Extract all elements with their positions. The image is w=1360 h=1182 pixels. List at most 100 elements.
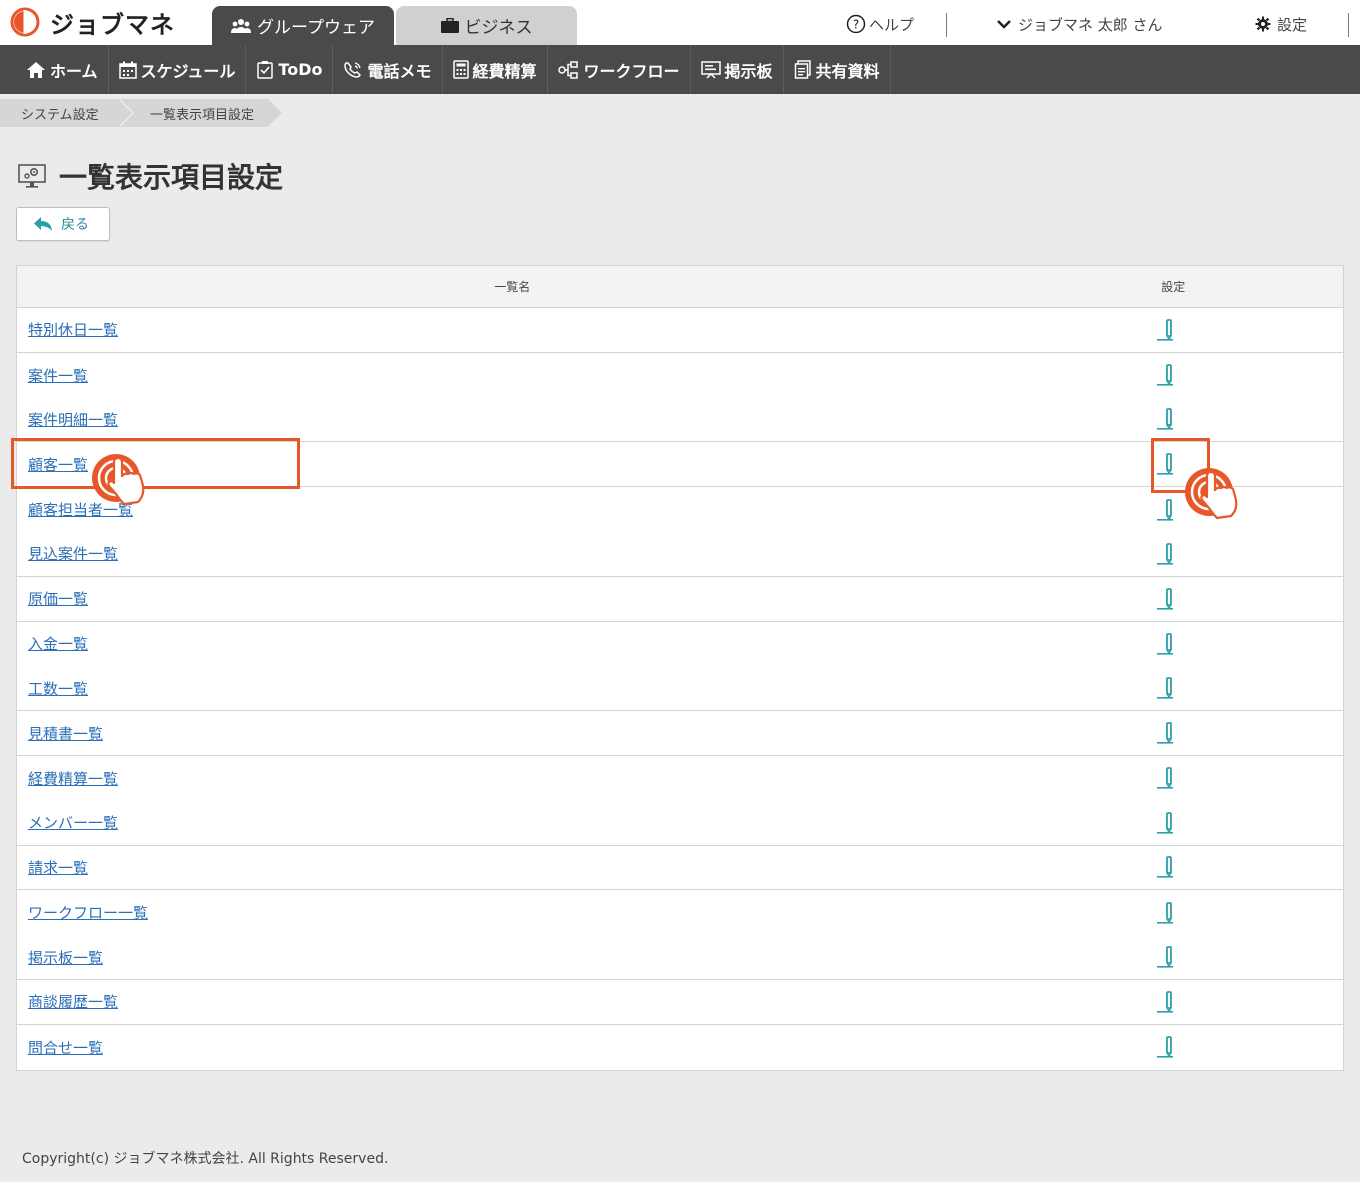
nav-board[interactable]: 掲示板	[691, 45, 784, 94]
edit-pencil-icon	[1155, 767, 1175, 789]
table-row: 顧客一覧	[17, 442, 1343, 488]
help-link[interactable]: ? ヘルプ	[846, 12, 914, 36]
breadcrumb-system-settings[interactable]: システム設定	[0, 99, 134, 127]
list-name-link[interactable]: 問合せ一覧	[28, 1039, 103, 1057]
list-name-link[interactable]: ワークフロー一覧	[28, 904, 148, 922]
table-row: 入金一覧	[17, 622, 1343, 667]
nav-todo[interactable]: ToDo	[246, 45, 334, 94]
table-row: 経費精算一覧	[17, 756, 1343, 801]
edit-setting-button[interactable]	[1147, 856, 1183, 879]
nav-home[interactable]: ホーム	[0, 45, 109, 94]
top-header: ジョブマネ グループウェア ビジネス ? ヘルプ ジョブマネ 太郎 さん 設定	[0, 0, 1360, 45]
calculator-icon	[452, 60, 469, 79]
list-name-cell: 顧客一覧	[17, 454, 1147, 475]
edit-pencil-icon	[1155, 677, 1175, 699]
nav-schedule-label: スケジュール	[140, 61, 236, 81]
list-name-link[interactable]: 顧客担当者一覧	[28, 501, 133, 519]
edit-pencil-icon	[1155, 722, 1175, 744]
clipboard-icon	[256, 60, 274, 79]
edit-pencil-icon	[1155, 1036, 1175, 1058]
list-name-cell: 請求一覧	[17, 857, 1147, 878]
document-icon	[794, 60, 812, 79]
list-name-cell: 見込案件一覧	[17, 543, 1147, 564]
table-row: 顧客担当者一覧	[17, 487, 1343, 532]
nav-todo-label: ToDo	[278, 60, 323, 79]
list-name-cell: ワークフロー一覧	[17, 902, 1147, 923]
edit-pencil-icon	[1155, 901, 1175, 924]
home-icon	[26, 61, 46, 79]
chevron-down-icon	[996, 18, 1012, 30]
list-name-link[interactable]: 経費精算一覧	[28, 770, 118, 788]
list-name-link[interactable]: 工数一覧	[28, 680, 88, 698]
list-name-link[interactable]: 特別休日一覧	[28, 321, 118, 339]
list-name-link[interactable]: 顧客一覧	[28, 456, 88, 474]
nav-shared-docs[interactable]: 共有資料	[784, 45, 891, 94]
user-menu[interactable]: ジョブマネ 太郎 さん	[996, 12, 1163, 36]
edit-setting-button[interactable]	[1147, 767, 1183, 789]
table-row: 見積書一覧	[17, 711, 1343, 756]
settings-link[interactable]: 設定	[1255, 12, 1307, 36]
edit-setting-button[interactable]	[1147, 453, 1183, 475]
settings-label: 設定	[1277, 15, 1308, 34]
edit-pencil-icon	[1155, 318, 1175, 341]
nav-schedule[interactable]: スケジュール	[109, 45, 247, 94]
list-name-link[interactable]: メンバー一覧	[28, 814, 118, 832]
list-name-link[interactable]: 掲示板一覧	[28, 949, 103, 967]
table-header: 一覧名 設定	[17, 266, 1343, 308]
edit-setting-button[interactable]	[1147, 990, 1183, 1013]
table-row: 商談履歴一覧	[17, 980, 1343, 1025]
list-name-link[interactable]: 入金一覧	[28, 635, 88, 653]
back-button[interactable]: 戻る	[16, 207, 110, 241]
list-name-link[interactable]: 請求一覧	[28, 859, 88, 877]
nav-phone-memo[interactable]: 電話メモ	[333, 45, 443, 94]
list-name-cell: 工数一覧	[17, 678, 1147, 699]
edit-pencil-icon	[1155, 990, 1175, 1013]
phone-icon	[343, 61, 363, 79]
tab-groupware[interactable]: グループウェア	[212, 6, 394, 45]
edit-setting-button[interactable]	[1147, 901, 1183, 924]
edit-pencil-icon	[1155, 946, 1175, 968]
tab-business[interactable]: ビジネス	[396, 6, 577, 45]
list-name-link[interactable]: 案件明細一覧	[28, 411, 118, 429]
list-name-link[interactable]: 見込案件一覧	[28, 545, 118, 563]
edit-setting-button[interactable]	[1147, 722, 1183, 744]
page-title: 一覧表示項目設定	[18, 156, 283, 196]
edit-pencil-icon	[1155, 408, 1175, 431]
nav-shared-docs-label: 共有資料	[815, 61, 880, 81]
gear-icon	[1255, 16, 1271, 32]
list-name-cell: 掲示板一覧	[17, 947, 1147, 968]
list-name-cell: 顧客担当者一覧	[17, 499, 1147, 520]
breadcrumb-current: 一覧表示項目設定	[118, 99, 282, 127]
list-name-link[interactable]: 商談履歴一覧	[28, 993, 118, 1011]
list-name-link[interactable]: 見積書一覧	[28, 725, 103, 743]
edit-setting-button[interactable]	[1147, 498, 1183, 521]
list-name-cell: 特別休日一覧	[17, 319, 1147, 340]
brand-logo[interactable]: ジョブマネ	[10, 5, 175, 39]
table-row: 案件明細一覧	[17, 398, 1343, 443]
edit-setting-button[interactable]	[1147, 1036, 1183, 1058]
table-row: 見込案件一覧	[17, 532, 1343, 577]
edit-setting-button[interactable]	[1147, 633, 1183, 655]
list-name-cell: 商談履歴一覧	[17, 991, 1147, 1012]
edit-setting-button[interactable]	[1147, 677, 1183, 699]
edit-pencil-icon	[1155, 364, 1175, 386]
list-name-cell: 問合せ一覧	[17, 1037, 1147, 1058]
edit-setting-button[interactable]	[1147, 542, 1183, 565]
edit-setting-button[interactable]	[1147, 811, 1183, 834]
edit-setting-button[interactable]	[1147, 408, 1183, 431]
edit-setting-button[interactable]	[1147, 587, 1183, 610]
help-label: ヘルプ	[869, 15, 915, 34]
edit-setting-button[interactable]	[1147, 364, 1183, 386]
list-name-link[interactable]: 案件一覧	[28, 367, 88, 385]
nav-expense[interactable]: 経費精算	[443, 45, 548, 94]
column-header-setting: 設定	[1161, 280, 1186, 294]
header-divider	[1348, 13, 1349, 37]
table-row: 工数一覧	[17, 666, 1343, 712]
edit-setting-button[interactable]	[1147, 946, 1183, 968]
edit-pencil-icon	[1155, 633, 1175, 655]
list-name-link[interactable]: 原価一覧	[28, 590, 88, 608]
edit-setting-button[interactable]	[1147, 318, 1183, 341]
nav-phone-memo-label: 電話メモ	[367, 61, 432, 81]
nav-workflow[interactable]: ワークフロー	[548, 45, 691, 94]
list-name-cell: 入金一覧	[17, 633, 1147, 654]
